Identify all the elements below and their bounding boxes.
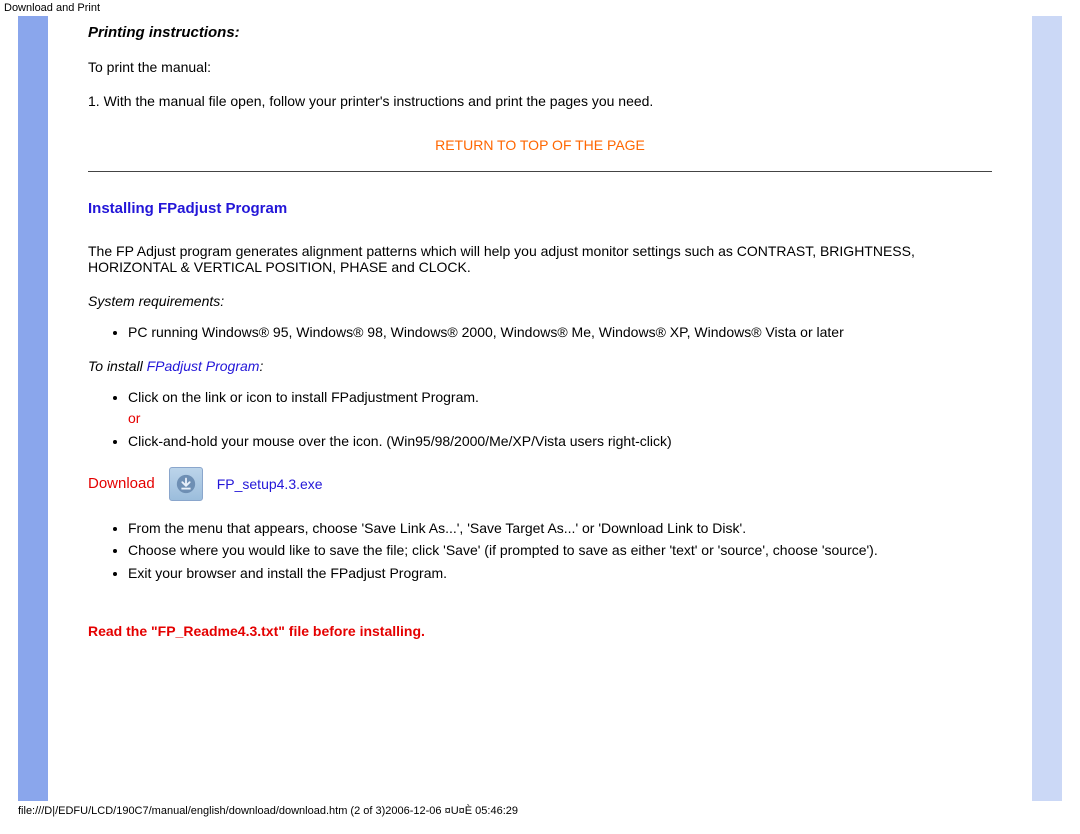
list-item: From the menu that appears, choose 'Save… xyxy=(128,519,992,538)
main-content: Printing instructions: To print the manu… xyxy=(48,16,1032,801)
download-filename-link[interactable]: FP_setup4.3.exe xyxy=(217,476,323,492)
system-requirements-list: PC running Windows® 95, Windows® 98, Win… xyxy=(128,323,992,342)
or-text: or xyxy=(128,409,992,428)
right-decoration-bar xyxy=(1032,16,1062,801)
download-row: Download FP_setup4.3.exe xyxy=(88,467,992,501)
install-steps-list: Click on the link or icon to install FPa… xyxy=(128,388,992,451)
installing-fpadjust-heading: Installing FPadjust Program xyxy=(88,200,992,217)
install-heading-prefix: To install xyxy=(88,358,147,374)
page-title: Download and Print xyxy=(0,0,1080,16)
save-steps-list: From the menu that appears, choose 'Save… xyxy=(128,519,992,584)
printing-intro: To print the manual: xyxy=(88,59,992,75)
readme-note: Read the "FP_Readme4.3.txt" file before … xyxy=(88,623,992,639)
install-bullet-1-text: Click on the link or icon to install FPa… xyxy=(128,389,479,405)
list-item: Click-and-hold your mouse over the icon.… xyxy=(128,432,992,451)
system-requirements-heading: System requirements: xyxy=(88,293,992,309)
left-decoration-bar xyxy=(18,16,48,801)
list-item: PC running Windows® 95, Windows® 98, Win… xyxy=(128,323,992,342)
download-label: Download xyxy=(88,475,155,492)
content-frame: Printing instructions: To print the manu… xyxy=(18,16,1062,801)
install-heading: To install FPadjust Program: xyxy=(88,358,992,374)
install-heading-suffix: : xyxy=(259,358,263,374)
return-to-top-link[interactable]: RETURN TO TOP OF THE PAGE xyxy=(88,137,992,153)
fpadjust-program-link[interactable]: FPadjust Program xyxy=(147,358,260,374)
footer-path: file:///D|/EDFU/LCD/190C7/manual/english… xyxy=(0,801,1080,823)
printing-instructions-heading: Printing instructions: xyxy=(88,24,992,41)
list-item: Choose where you would like to save the … xyxy=(128,541,992,560)
list-item: Exit your browser and install the FPadju… xyxy=(128,564,992,583)
list-item: Click on the link or icon to install FPa… xyxy=(128,388,992,428)
download-icon[interactable] xyxy=(169,467,203,501)
section-divider xyxy=(88,171,992,172)
fpadjust-description: The FP Adjust program generates alignmen… xyxy=(88,243,992,275)
printing-step-1: 1. With the manual file open, follow you… xyxy=(88,93,992,109)
